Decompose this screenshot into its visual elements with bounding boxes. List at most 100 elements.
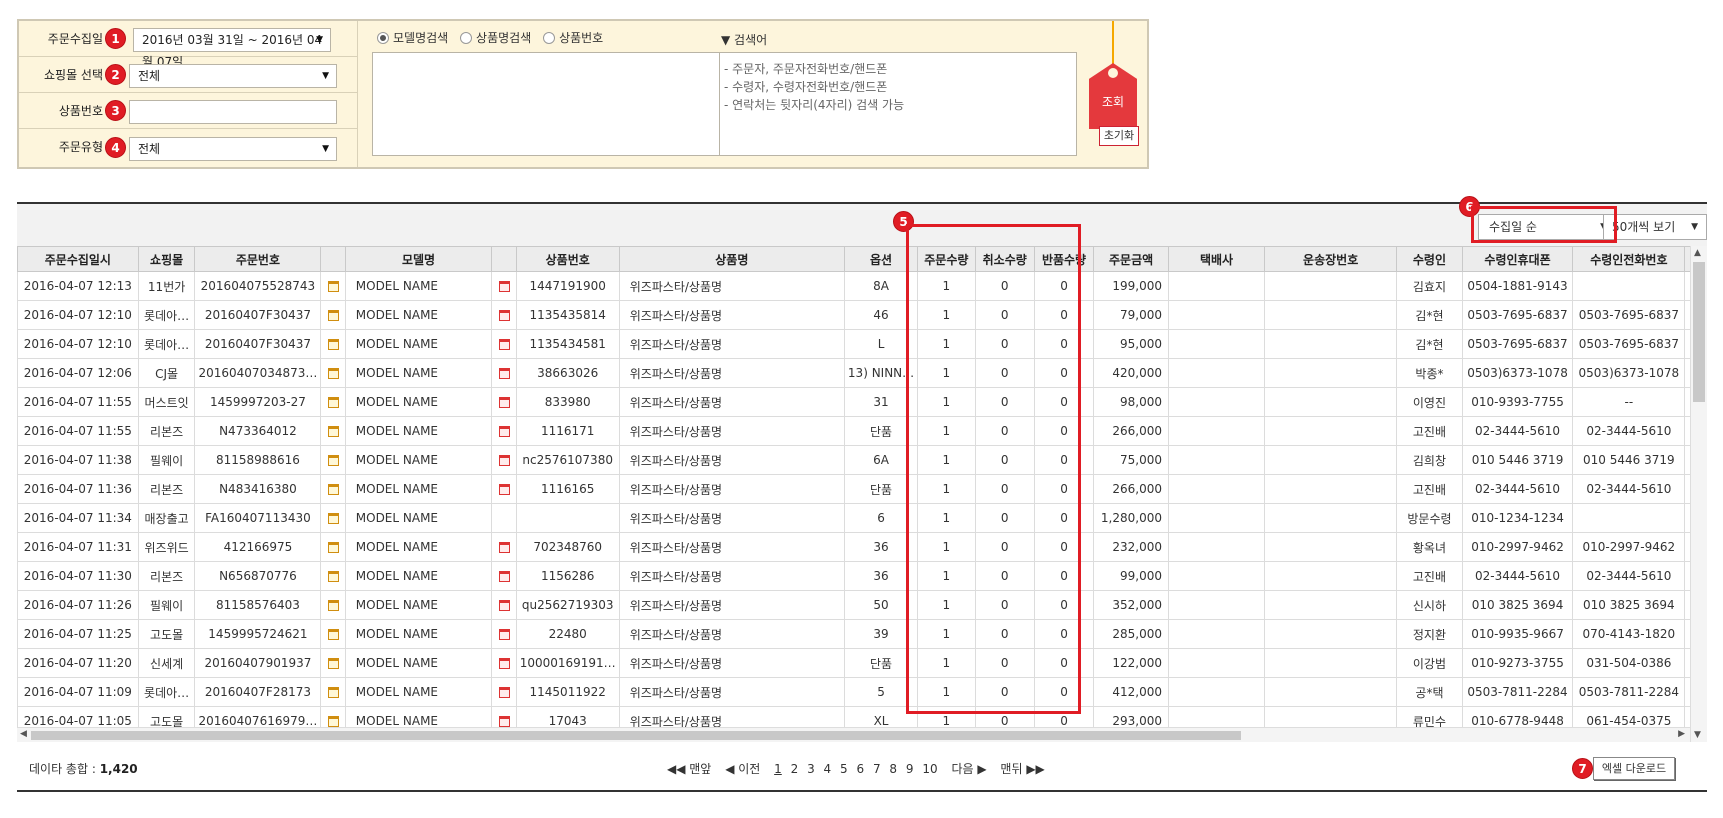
memo-cell[interactable] — [491, 474, 517, 504]
col-header[interactable]: 상품명 — [618, 246, 845, 272]
col-header[interactable]: 주문수량 — [917, 246, 976, 272]
memo-cell[interactable] — [491, 590, 517, 620]
excel-download-button[interactable]: 엑셀 다운로드 — [1593, 757, 1675, 780]
table-row[interactable]: 2016-04-07 12:13 11번가 201604075528743 MODEL… — [17, 271, 1707, 301]
detail-icon[interactable] — [498, 281, 510, 292]
order-type-select[interactable]: 전체 ▼ — [129, 137, 337, 161]
product-no-input[interactable] — [129, 100, 337, 124]
detail-icon[interactable] — [498, 687, 510, 698]
page-link[interactable]: 3 — [807, 762, 815, 776]
date-range-select[interactable]: 2016년 03월 31일 ~ 2016년 04월 07일 ▼ — [133, 28, 331, 69]
col-header[interactable]: 주문수집일시 — [17, 246, 139, 272]
page-link[interactable]: 9 — [906, 762, 914, 776]
col-header[interactable]: 옵션 — [843, 246, 919, 272]
memo-cell[interactable] — [491, 271, 517, 301]
memo-cell[interactable] — [491, 503, 517, 533]
radio-product-name-search[interactable]: 상품명검색 — [460, 31, 531, 45]
detail-icon[interactable] — [498, 629, 510, 640]
page-link[interactable]: 8 — [889, 762, 897, 776]
next-page-link[interactable]: 다음 ▶ — [951, 762, 986, 776]
table-row[interactable]: 2016-04-07 11:38 필웨이 81158988616 MODEL NAME… — [17, 445, 1707, 475]
table-row[interactable]: 2016-04-07 12:06 CJ몰 20160407034873… MODEL … — [17, 358, 1707, 388]
col-header[interactable]: 쇼핑몰 — [137, 246, 196, 272]
detail-icon[interactable] — [498, 484, 510, 495]
detail-icon[interactable] — [498, 339, 510, 350]
memo-cell[interactable] — [491, 387, 517, 417]
detail-icon[interactable] — [498, 542, 510, 553]
scroll-thumb[interactable] — [1693, 262, 1705, 402]
table-row[interactable]: 2016-04-07 11:09 롯데아… 20160407F28173 MODEL … — [17, 677, 1707, 707]
col-header[interactable]: 상품번호 — [515, 246, 620, 272]
page-link[interactable]: 2 — [791, 762, 799, 776]
detail-icon[interactable] — [498, 310, 510, 321]
page-link[interactable]: 1 — [774, 762, 782, 776]
memo-cell[interactable] — [320, 532, 346, 562]
col-header[interactable]: 주문금액 — [1093, 246, 1169, 272]
memo-icon[interactable] — [327, 455, 339, 466]
scroll-up-icon[interactable]: ▲ — [1694, 248, 1701, 258]
col-header[interactable]: 수령인전화번호 — [1572, 246, 1686, 272]
table-row[interactable]: 2016-04-07 12:10 롯데아… 20160407F30437 MODEL … — [17, 329, 1707, 359]
scroll-left-icon[interactable]: ◀ — [20, 729, 27, 739]
memo-cell[interactable] — [320, 503, 346, 533]
memo-cell[interactable] — [320, 416, 346, 446]
table-row[interactable]: 2016-04-07 11:31 위즈위드 412166975 MODEL NAME 7… — [17, 532, 1707, 562]
memo-icon[interactable] — [327, 687, 339, 698]
table-row[interactable]: 2016-04-07 11:26 필웨이 81158576403 MODEL NAME… — [17, 590, 1707, 620]
memo-icon[interactable] — [327, 600, 339, 611]
memo-cell[interactable] — [320, 329, 346, 359]
page-link[interactable]: 10 — [922, 762, 937, 776]
table-row[interactable]: 2016-04-07 12:10 롯데아… 20160407F30437 MODEL … — [17, 300, 1707, 330]
col-header[interactable]: 택배사 — [1168, 246, 1265, 272]
memo-icon[interactable] — [327, 571, 339, 582]
table-row[interactable]: 2016-04-07 11:36 리본즈 N483416380 MODEL NAME 1… — [17, 474, 1707, 504]
memo-cell[interactable] — [320, 619, 346, 649]
col-header[interactable]: 반품수량 — [1033, 246, 1095, 272]
col-header[interactable]: 수령인휴대폰 — [1461, 246, 1574, 272]
memo-cell[interactable] — [320, 648, 346, 678]
memo-cell[interactable] — [320, 271, 346, 301]
detail-icon[interactable] — [498, 571, 510, 582]
memo-icon[interactable] — [327, 658, 339, 669]
memo-cell[interactable] — [320, 474, 346, 504]
memo-cell[interactable] — [491, 358, 517, 388]
page-link[interactable]: 6 — [856, 762, 864, 776]
table-row[interactable]: 2016-04-07 11:55 리본즈 N473364012 MODEL NAME 1… — [17, 416, 1707, 446]
horizontal-scrollbar[interactable]: ◀ ▶ — [17, 727, 1690, 742]
table-row[interactable]: 2016-04-07 11:20 신세계 20160407901937 MODEL N… — [17, 648, 1707, 678]
memo-cell[interactable] — [320, 445, 346, 475]
detail-icon[interactable] — [498, 397, 510, 408]
memo-icon[interactable] — [327, 484, 339, 495]
memo-cell[interactable] — [320, 590, 346, 620]
memo-icon[interactable] — [327, 281, 339, 292]
detail-icon[interactable] — [498, 600, 510, 611]
memo-cell[interactable] — [320, 677, 346, 707]
memo-icon[interactable] — [327, 339, 339, 350]
table-row[interactable]: 2016-04-07 11:34 매장출고 FA160407113430 MODEL … — [17, 503, 1707, 533]
memo-cell[interactable] — [320, 387, 346, 417]
memo-cell[interactable] — [320, 358, 346, 388]
scroll-thumb[interactable] — [31, 731, 1241, 740]
memo-icon[interactable] — [327, 426, 339, 437]
detail-icon[interactable] — [498, 658, 510, 669]
last-page-link[interactable]: 맨뒤 ▶▶ — [1000, 762, 1044, 776]
detail-icon[interactable] — [498, 716, 510, 727]
page-link[interactable]: 5 — [840, 762, 848, 776]
first-page-link[interactable]: ◀◀ 맨앞 — [667, 762, 711, 776]
prev-page-link[interactable]: ◀ 이전 — [725, 762, 760, 776]
scroll-right-icon[interactable]: ▶ — [1678, 729, 1685, 739]
table-row[interactable]: 2016-04-07 11:30 리본즈 N656870776 MODEL NAME 1… — [17, 561, 1707, 591]
mall-select[interactable]: 전체 ▼ — [129, 64, 337, 88]
col-header[interactable]: 수령인 — [1396, 246, 1463, 272]
per-page-select[interactable]: 50개씩 보기 ▼ — [1603, 214, 1707, 240]
memo-icon[interactable] — [327, 397, 339, 408]
memo-icon[interactable] — [327, 629, 339, 640]
memo-cell[interactable] — [491, 561, 517, 591]
memo-cell[interactable] — [491, 329, 517, 359]
col-header[interactable]: 주문번호 — [194, 246, 322, 272]
model-search-textarea[interactable] — [372, 52, 730, 156]
memo-icon[interactable] — [327, 310, 339, 321]
table-row[interactable]: 2016-04-07 11:55 머스트잇 1459997203-27 MODEL N… — [17, 387, 1707, 417]
detail-icon[interactable] — [498, 426, 510, 437]
memo-cell[interactable] — [320, 561, 346, 591]
